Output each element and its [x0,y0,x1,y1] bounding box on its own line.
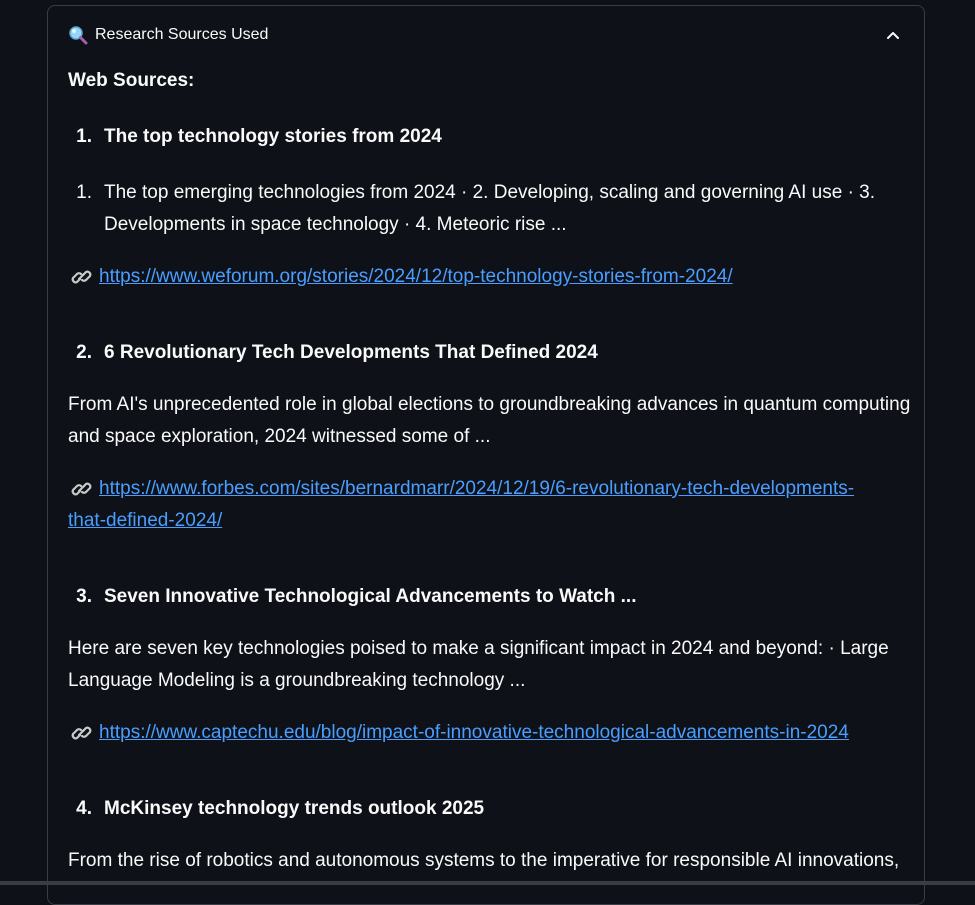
expander-header[interactable]: Research Sources Used [48,6,924,64]
source-link[interactable]: https://www.forbes.com/sites/bernardmarr… [99,473,854,505]
source-number: 3. [76,586,92,607]
expander-title: Research Sources Used [95,26,269,43]
link-icon [71,482,92,496]
section-heading: Web Sources: [68,70,195,91]
source-snippet: From AI's unprecedented role in global e… [68,394,911,415]
bottom-divider [0,881,975,885]
link-icon [71,270,92,284]
source-snippet: Language Modeling is a groundbreaking te… [68,670,526,691]
source-link[interactable]: https://www.captechu.edu/blog/impact-of-… [99,717,849,749]
source-link[interactable]: https://www.weforum.org/stories/2024/12/… [99,261,733,293]
source-link[interactable]: that-defined-2024/ [68,505,222,537]
source-snippet: and space exploration, 2024 witnessed so… [68,426,491,447]
research-sources-expander: Research Sources Used Web Sources: 1. Th… [47,5,925,905]
source-number: 1. [76,126,92,147]
snippet-number: 1. [76,182,92,203]
source-title: McKinsey technology trends outlook 2025 [104,798,485,819]
source-title: 6 Revolutionary Tech Developments That D… [104,342,598,363]
source-snippet: From the rise of robotics and autonomous… [68,850,900,871]
source-snippet: The top emerging technologies from 2024 … [104,182,876,203]
source-title: The top technology stories from 2024 [104,126,442,147]
link-icon [71,726,92,740]
source-snippet: Here are seven key technologies poised t… [68,638,889,659]
source-number: 4. [76,798,92,819]
source-title: Seven Innovative Technological Advanceme… [104,586,637,607]
chevron-up-icon[interactable] [882,24,904,46]
source-number: 2. [76,342,92,363]
magnifier-icon [69,26,88,45]
source-snippet: Developments in space technology · 4. Me… [104,214,567,235]
